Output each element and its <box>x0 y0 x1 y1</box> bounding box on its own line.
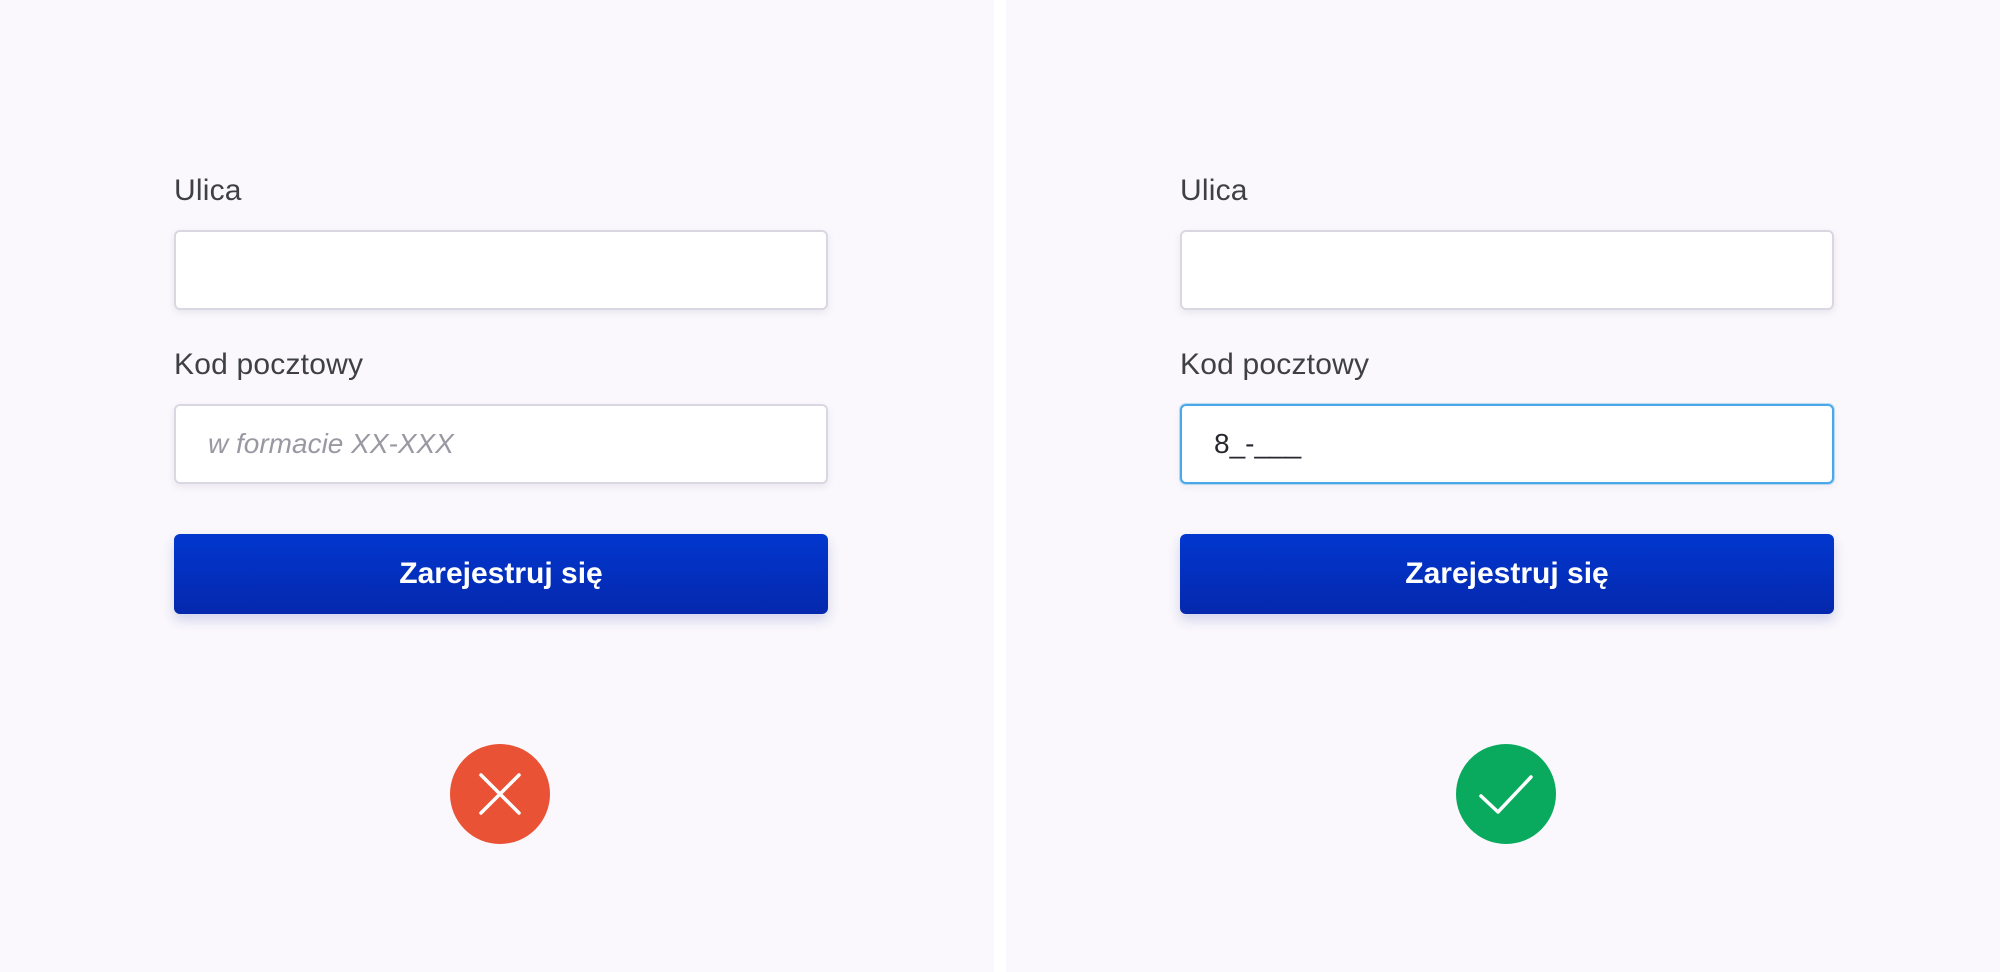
postal-code-input[interactable] <box>174 404 828 484</box>
postal-code-label: Kod pocztowy <box>1180 348 1370 381</box>
cross-icon <box>479 773 521 815</box>
street-input[interactable] <box>174 230 828 310</box>
postal-code-label: Kod pocztowy <box>174 348 364 381</box>
correct-badge <box>1456 744 1556 844</box>
incorrect-badge <box>450 744 550 844</box>
street-input[interactable] <box>1180 230 1834 310</box>
register-button[interactable]: Zarejestruj się <box>174 534 828 614</box>
bad-example-panel: Ulica Kod pocztowy Zarejestruj się <box>0 0 994 972</box>
street-label: Ulica <box>1180 174 1248 207</box>
check-icon <box>1479 775 1533 814</box>
register-button[interactable]: Zarejestruj się <box>1180 534 1834 614</box>
good-example-panel: Ulica Kod pocztowy Zarejestruj się <box>1006 0 2000 972</box>
street-label: Ulica <box>174 174 242 207</box>
panel-divider <box>994 0 1006 972</box>
postal-code-input[interactable] <box>1180 404 1834 484</box>
